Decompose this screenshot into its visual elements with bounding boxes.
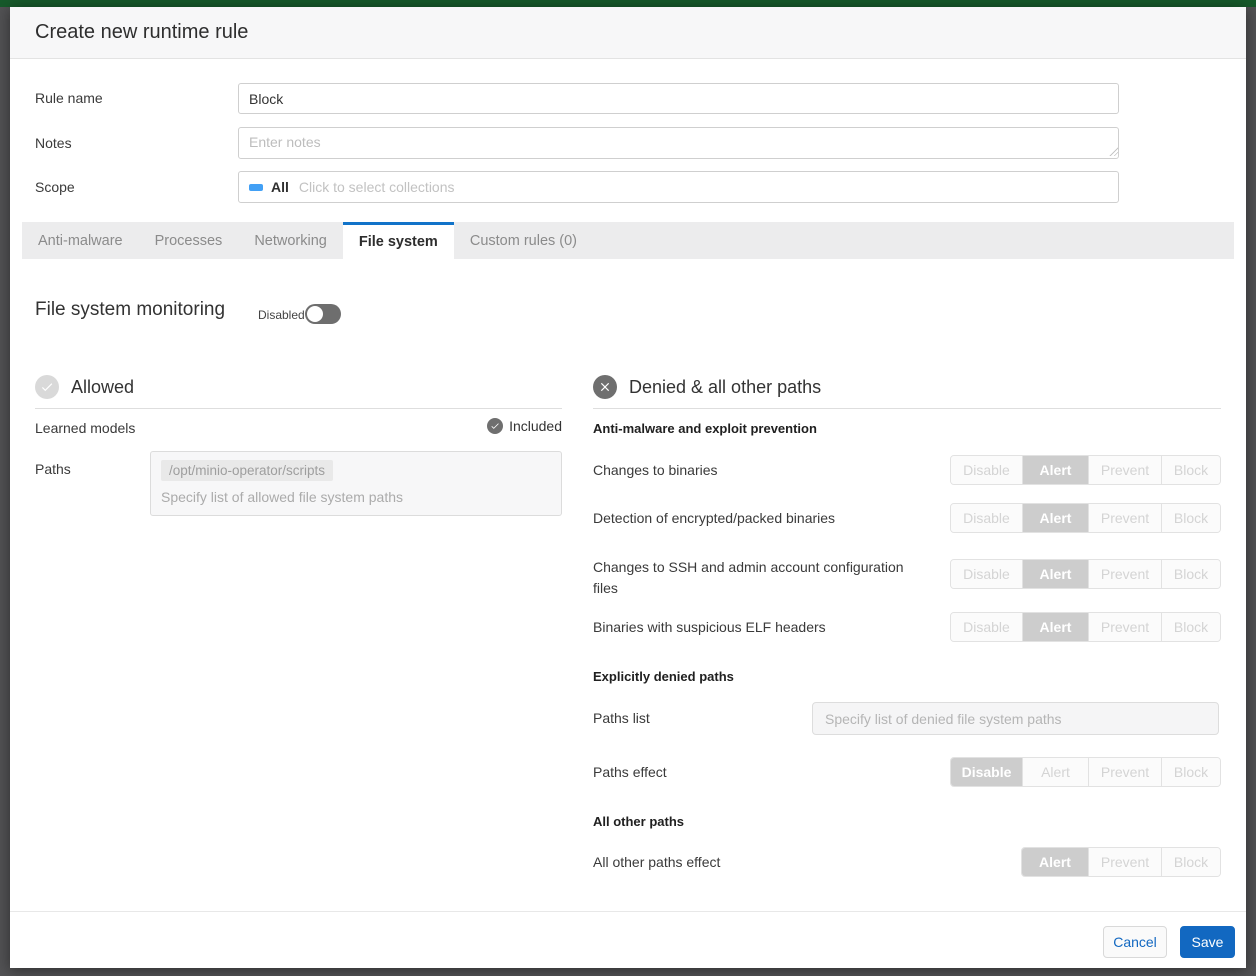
alert-option[interactable]: Alert	[1022, 848, 1088, 876]
rule-name-input[interactable]	[238, 83, 1119, 114]
all-other-paths-heading: All other paths	[593, 814, 684, 829]
paths-effect-group: Disable Alert Prevent Block	[950, 757, 1221, 787]
notes-label: Notes	[35, 127, 72, 159]
allowed-header: Allowed	[35, 373, 562, 401]
prevent-option[interactable]: Prevent	[1088, 504, 1161, 532]
block-option[interactable]: Block	[1161, 758, 1220, 786]
denied-section: Denied & all other paths Anti-malware an…	[593, 373, 1221, 409]
alert-option[interactable]: Alert	[1022, 613, 1088, 641]
allowed-path-tag[interactable]: /opt/minio-operator/scripts	[161, 460, 333, 481]
denied-header: Denied & all other paths	[593, 373, 1221, 401]
disable-option[interactable]: Disable	[951, 613, 1022, 641]
scope-label: Scope	[35, 171, 75, 203]
encrypted-binaries-effect-group: Disable Alert Prevent Block	[950, 503, 1221, 533]
elf-headers-effect-group: Disable Alert Prevent Block	[950, 612, 1221, 642]
allowed-paths-placeholder: Specify list of allowed file system path…	[161, 489, 403, 505]
disable-option[interactable]: Disable	[951, 560, 1022, 588]
block-option[interactable]: Block	[1161, 504, 1220, 532]
monitoring-toggle[interactable]	[305, 304, 341, 324]
toggle-knob	[307, 306, 323, 322]
prevent-option[interactable]: Prevent	[1088, 613, 1161, 641]
block-option[interactable]: Block	[1161, 456, 1220, 484]
rule-name-label: Rule name	[35, 83, 103, 114]
denied-title: Denied & all other paths	[629, 377, 821, 398]
allowed-divider	[35, 408, 562, 409]
allowed-title: Allowed	[71, 377, 134, 398]
changes-to-binaries-label: Changes to binaries	[593, 455, 718, 485]
learned-models-status: Included	[487, 418, 562, 434]
explicitly-denied-heading: Explicitly denied paths	[593, 669, 734, 684]
allowed-paths-input[interactable]: /opt/minio-operator/scripts Specify list…	[150, 451, 562, 516]
prevent-option[interactable]: Prevent	[1088, 456, 1161, 484]
allowed-section: Allowed Learned models Included Paths /o…	[35, 373, 562, 409]
prevent-option[interactable]: Prevent	[1088, 848, 1161, 876]
all-other-paths-effect-label: All other paths effect	[593, 847, 720, 877]
alert-option[interactable]: Alert	[1022, 560, 1088, 588]
prevent-option[interactable]: Prevent	[1088, 560, 1161, 588]
included-check-icon	[487, 418, 503, 434]
block-option[interactable]: Block	[1161, 560, 1220, 588]
footer-divider	[10, 911, 1246, 912]
ssh-config-effect-group: Disable Alert Prevent Block	[950, 559, 1221, 589]
tab-networking[interactable]: Networking	[238, 222, 343, 259]
tab-processes[interactable]: Processes	[139, 222, 239, 259]
denied-x-icon	[593, 375, 617, 399]
all-other-paths-effect-group: Alert Prevent Block	[1021, 847, 1221, 877]
tab-file-system[interactable]: File system	[343, 222, 454, 259]
collection-chip-icon	[249, 184, 263, 191]
prevent-option[interactable]: Prevent	[1088, 758, 1161, 786]
alert-option[interactable]: Alert	[1022, 758, 1088, 786]
monitoring-toggle-label: Disabled	[258, 308, 305, 322]
scope-field[interactable]: All Click to select collections	[238, 171, 1119, 203]
allowed-check-icon	[35, 375, 59, 399]
scope-all-chip: All	[271, 179, 289, 195]
modal-title: Create new runtime rule	[35, 21, 248, 44]
changes-to-binaries-effect-group: Disable Alert Prevent Block	[950, 455, 1221, 485]
rule-tabs: Anti-malware Processes Networking File s…	[22, 222, 1234, 259]
file-system-monitoring-title: File system monitoring	[35, 299, 225, 321]
antimalware-heading: Anti-malware and exploit prevention	[593, 421, 817, 436]
tab-custom-rules[interactable]: Custom rules (0)	[454, 222, 593, 259]
allowed-paths-label: Paths	[35, 461, 71, 477]
scope-placeholder: Click to select collections	[299, 179, 455, 195]
paths-list-label: Paths list	[593, 702, 650, 735]
disable-option[interactable]: Disable	[951, 456, 1022, 484]
included-text: Included	[509, 418, 562, 434]
background-top-bar	[0, 0, 1256, 7]
block-option[interactable]: Block	[1161, 613, 1220, 641]
block-option[interactable]: Block	[1161, 848, 1220, 876]
tab-anti-malware[interactable]: Anti-malware	[22, 222, 139, 259]
notes-textarea[interactable]	[238, 127, 1119, 159]
disable-option[interactable]: Disable	[951, 758, 1022, 786]
elf-headers-label: Binaries with suspicious ELF headers	[593, 612, 826, 642]
alert-option[interactable]: Alert	[1022, 504, 1088, 532]
modal-header: Create new runtime rule	[10, 7, 1246, 59]
denied-divider	[593, 408, 1221, 409]
cancel-button[interactable]: Cancel	[1103, 926, 1167, 958]
alert-option[interactable]: Alert	[1022, 456, 1088, 484]
create-runtime-rule-modal: Create new runtime rule Rule name Notes …	[10, 7, 1246, 968]
denied-paths-input[interactable]	[812, 702, 1219, 735]
ssh-config-label: Changes to SSH and admin account configu…	[593, 557, 913, 599]
disable-option[interactable]: Disable	[951, 504, 1022, 532]
save-button[interactable]: Save	[1180, 926, 1235, 958]
encrypted-binaries-label: Detection of encrypted/packed binaries	[593, 503, 835, 533]
learned-models-label: Learned models	[35, 420, 135, 436]
paths-effect-label: Paths effect	[593, 757, 667, 787]
